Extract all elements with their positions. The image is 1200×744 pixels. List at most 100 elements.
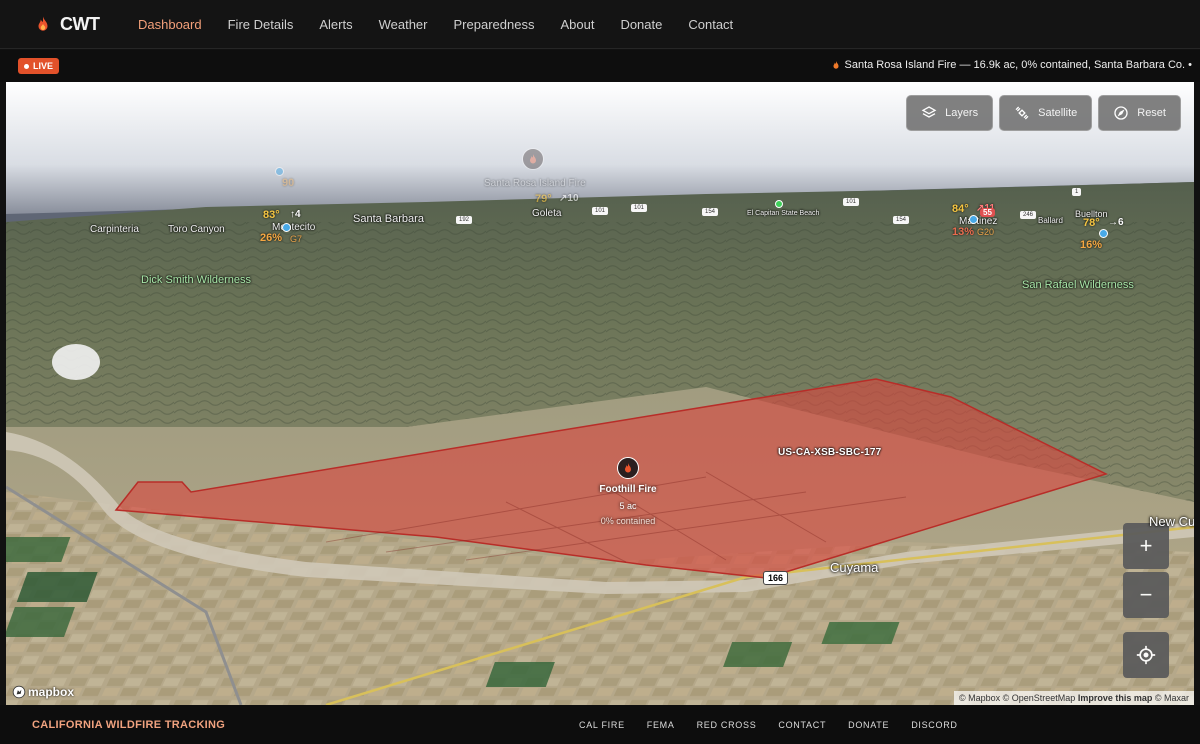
route-101-shield: 101 (843, 198, 860, 206)
ticker-message[interactable]: Santa Rosa Island Fire — 16.9k ac, 0% co… (831, 59, 1193, 71)
mapbox-label: mapbox (28, 685, 75, 699)
montecito-wind: ↑4 (290, 209, 301, 220)
label-toro-canyon: Toro Canyon (168, 224, 225, 235)
compass-icon (1114, 106, 1128, 120)
weather-station-buellton[interactable] (1099, 229, 1108, 238)
layers-label: Layers (945, 107, 979, 119)
fire-name: Foothill Fire (599, 484, 657, 495)
route-154-shield: 154 (893, 216, 910, 224)
footer-link-cal-fire[interactable]: CAL FIRE (579, 720, 625, 730)
label-cuyama: Cuyama (830, 560, 879, 575)
ticker-text: Santa Rosa Island Fire — 16.9k ac, 0% co… (844, 59, 1193, 71)
montecito-wind-speed: 4 (295, 209, 301, 220)
map-controls: Layers Satellite Reset (906, 95, 1181, 131)
zoom-in-button[interactable]: + (1123, 523, 1169, 569)
satellite-icon (1015, 106, 1029, 120)
label-goleta: Goleta (532, 208, 562, 219)
label-new-cuyama: New Cu (1149, 514, 1194, 529)
brand-name: CWT (60, 13, 100, 34)
attrib-mapbox[interactable]: © Mapbox (959, 693, 1000, 703)
crosshair-icon (1136, 645, 1156, 665)
brand-logo[interactable]: CWT (34, 14, 136, 35)
buellton-wind: →6 (1108, 217, 1124, 228)
locate-button[interactable] (1123, 632, 1169, 678)
montecito-humidity: 26% (260, 232, 283, 244)
footer-title: CALIFORNIA WILDFIRE TRACKING (32, 718, 226, 731)
montecito-gust: G7 (290, 234, 303, 244)
nav-contact[interactable]: Contact (688, 17, 733, 32)
satellite-label: Satellite (1038, 107, 1078, 119)
attrib-maxar[interactable]: © Maxar (1155, 693, 1189, 703)
footer-links: CAL FIRE FEMA RED CROSS CONTACT DONATE D… (579, 720, 980, 730)
label-carpinteria: Carpinteria (90, 224, 139, 235)
mapbox-logo[interactable]: mapbox (12, 685, 74, 699)
footer-link-contact[interactable]: CONTACT (778, 720, 826, 730)
nav-links: Dashboard Fire Details Alerts Weather Pr… (138, 17, 759, 32)
fire-acres: 5 ac (619, 501, 637, 511)
live-ticker: LIVE Santa Rosa Island Fire — 16.9k ac, … (0, 50, 1200, 82)
terrain-background (6, 82, 1194, 705)
reset-button[interactable]: Reset (1098, 95, 1181, 131)
route-1-shield: 1 (1072, 188, 1082, 196)
flame-icon (625, 463, 631, 473)
attrib-osm[interactable]: © OpenStreetMap (1003, 693, 1076, 703)
layers-icon (921, 106, 937, 118)
fire-marker-santa-rosa[interactable] (522, 148, 544, 170)
route-166-shield: 166 (763, 571, 789, 585)
reset-label: Reset (1137, 107, 1166, 119)
nav-about[interactable]: About (560, 17, 594, 32)
weather-station-island[interactable] (275, 167, 284, 176)
martinez-humidity: 13% (952, 226, 975, 238)
buellton-temp: 78° (1083, 217, 1100, 229)
flame-icon (38, 16, 48, 31)
footer-link-discord[interactable]: DISCORD (911, 720, 957, 730)
flame-icon (530, 154, 536, 164)
top-navigation: CWT Dashboard Fire Details Alerts Weathe… (0, 0, 1200, 49)
footer-link-donate[interactable]: DONATE (848, 720, 889, 730)
weather-station-martinez[interactable] (969, 215, 978, 224)
flame-icon (833, 60, 838, 69)
buellton-humidity: 16% (1080, 239, 1103, 251)
island-temp: 90 (282, 177, 295, 189)
martinez-alert-badge: 55 (980, 208, 995, 217)
fire-perimeter-id: US-CA-XSB-SBC-177 (778, 447, 882, 458)
nav-fire-details[interactable]: Fire Details (228, 17, 294, 32)
fire-info-foothill[interactable]: Foothill Fire 5 ac 0% contained (578, 484, 678, 526)
route-192-shield: 192 (456, 216, 473, 224)
route-101-shield: 101 (631, 204, 648, 212)
fire-marker-foothill[interactable] (617, 457, 639, 479)
live-label: LIVE (33, 61, 54, 71)
label-santa-barbara: Santa Barbara (353, 213, 424, 225)
goleta-wind-speed: 10 (567, 193, 579, 204)
montecito-temp: 83° (263, 209, 280, 221)
map-attribution: © Mapbox © OpenStreetMap Improve this ma… (953, 691, 1194, 705)
live-dot-icon (24, 63, 29, 69)
satellite-button[interactable]: Satellite (999, 95, 1093, 131)
route-154-shield: 154 (702, 208, 719, 216)
zoom-out-button[interactable]: − (1123, 572, 1169, 618)
route-101-shield: 101 (592, 207, 609, 215)
footer: CALIFORNIA WILDFIRE TRACKING CAL FIRE FE… (0, 705, 1200, 744)
label-san-rafael-wilderness: San Rafael Wilderness (1022, 279, 1134, 291)
label-santa-rosa-fire: Santa Rosa Island Fire (484, 178, 586, 189)
nav-alerts[interactable]: Alerts (319, 17, 352, 32)
fire-map[interactable]: Layers Satellite Reset + − Santa Rosa Is… (6, 82, 1194, 705)
nav-weather[interactable]: Weather (379, 17, 428, 32)
attrib-improve[interactable]: Improve this map (1078, 693, 1153, 703)
layers-button[interactable]: Layers (906, 95, 994, 131)
goleta-temp: 79° (535, 193, 552, 205)
footer-link-fema[interactable]: FEMA (647, 720, 675, 730)
buellton-wind-speed: 6 (1118, 217, 1124, 228)
poi-el-capitan[interactable] (775, 200, 783, 208)
footer-link-red-cross[interactable]: RED CROSS (697, 720, 757, 730)
label-el-capitan: El Capitan State Beach (747, 210, 820, 217)
nav-dashboard[interactable]: Dashboard (138, 17, 202, 32)
martinez-gust: G20 (977, 227, 995, 237)
nav-donate[interactable]: Donate (620, 17, 662, 32)
weather-station-montecito[interactable] (282, 223, 291, 232)
route-246-shield: 246 (1020, 211, 1037, 219)
label-ballard: Ballard (1038, 216, 1063, 225)
nav-preparedness[interactable]: Preparedness (454, 17, 535, 32)
fire-containment: 0% contained (600, 516, 656, 526)
goleta-wind: ↗10 (559, 193, 579, 204)
